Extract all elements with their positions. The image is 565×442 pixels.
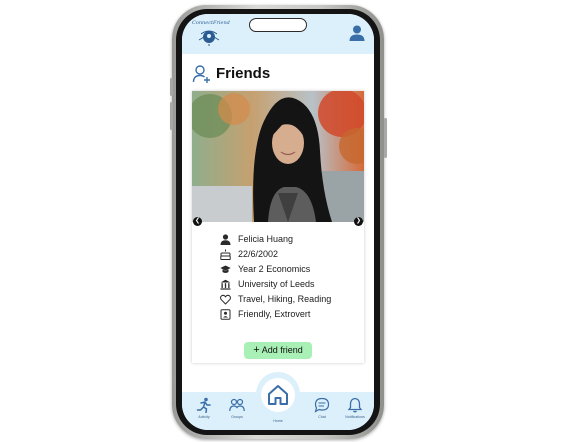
friend-name: Felicia Huang <box>238 234 294 244</box>
friend-interests: Travel, Hiking, Reading <box>238 294 332 304</box>
plus-icon: + <box>253 344 260 356</box>
nav-label-activity: Activity <box>198 415 210 419</box>
university-icon <box>220 279 231 290</box>
nav-item-groups[interactable]: Groups <box>220 397 254 419</box>
nav-label-groups: Groups <box>231 415 243 419</box>
graduation-cap-icon <box>220 265 231 273</box>
add-friend-button[interactable]: + Add friend <box>244 342 312 359</box>
app-screen: ConnectFriend Friends ❮ ❯ Felicia Huang … <box>182 14 374 430</box>
home-icon <box>268 385 288 405</box>
heart-icon <box>220 294 231 305</box>
nav-item-notifications[interactable]: Notifications <box>338 397 372 419</box>
phone-side-button <box>170 78 173 96</box>
profile-photo[interactable] <box>192 91 364 222</box>
dynamic-island <box>249 18 307 32</box>
page-title: Friends <box>216 65 271 82</box>
phone-side-button <box>170 102 173 130</box>
nav-item-activity[interactable]: Activity <box>187 397 221 419</box>
page-header: Friends <box>192 64 362 84</box>
groups-icon <box>229 398 245 412</box>
app-logo[interactable]: ConnectFriend <box>192 20 230 48</box>
phone-side-button <box>384 118 387 158</box>
nav-label-chat: Chat <box>318 415 326 419</box>
nav-item-chat[interactable]: Chat <box>305 397 339 419</box>
profile-icon[interactable] <box>348 24 366 42</box>
friend-card: ❮ ❯ Felicia Huang 22/6/2002 Year 2 Econo… <box>192 91 364 363</box>
contact-card-icon <box>220 309 231 320</box>
user-plus-icon <box>192 65 210 83</box>
profile-photo-image <box>192 91 364 222</box>
nav-label-home: Home <box>273 419 283 423</box>
bell-icon <box>347 397 363 413</box>
chat-icon <box>314 397 330 413</box>
friend-birthday: 22/6/2002 <box>238 249 279 259</box>
logo-mark-icon <box>198 30 220 46</box>
home-button[interactable] <box>261 378 295 412</box>
cake-icon <box>220 249 231 260</box>
nav-label-notifications: Notifications <box>345 415 365 419</box>
friend-course: Year 2 Economics <box>238 264 311 274</box>
friend-personality: Friendly, Extrovert <box>238 309 311 319</box>
friend-university: University of Leeds <box>238 279 315 289</box>
activity-icon <box>196 397 211 413</box>
person-icon <box>220 234 231 245</box>
add-friend-label: Add friend <box>261 345 303 355</box>
chevron-right-icon[interactable]: ❯ <box>354 217 363 226</box>
chevron-left-icon[interactable]: ❮ <box>193 217 202 226</box>
